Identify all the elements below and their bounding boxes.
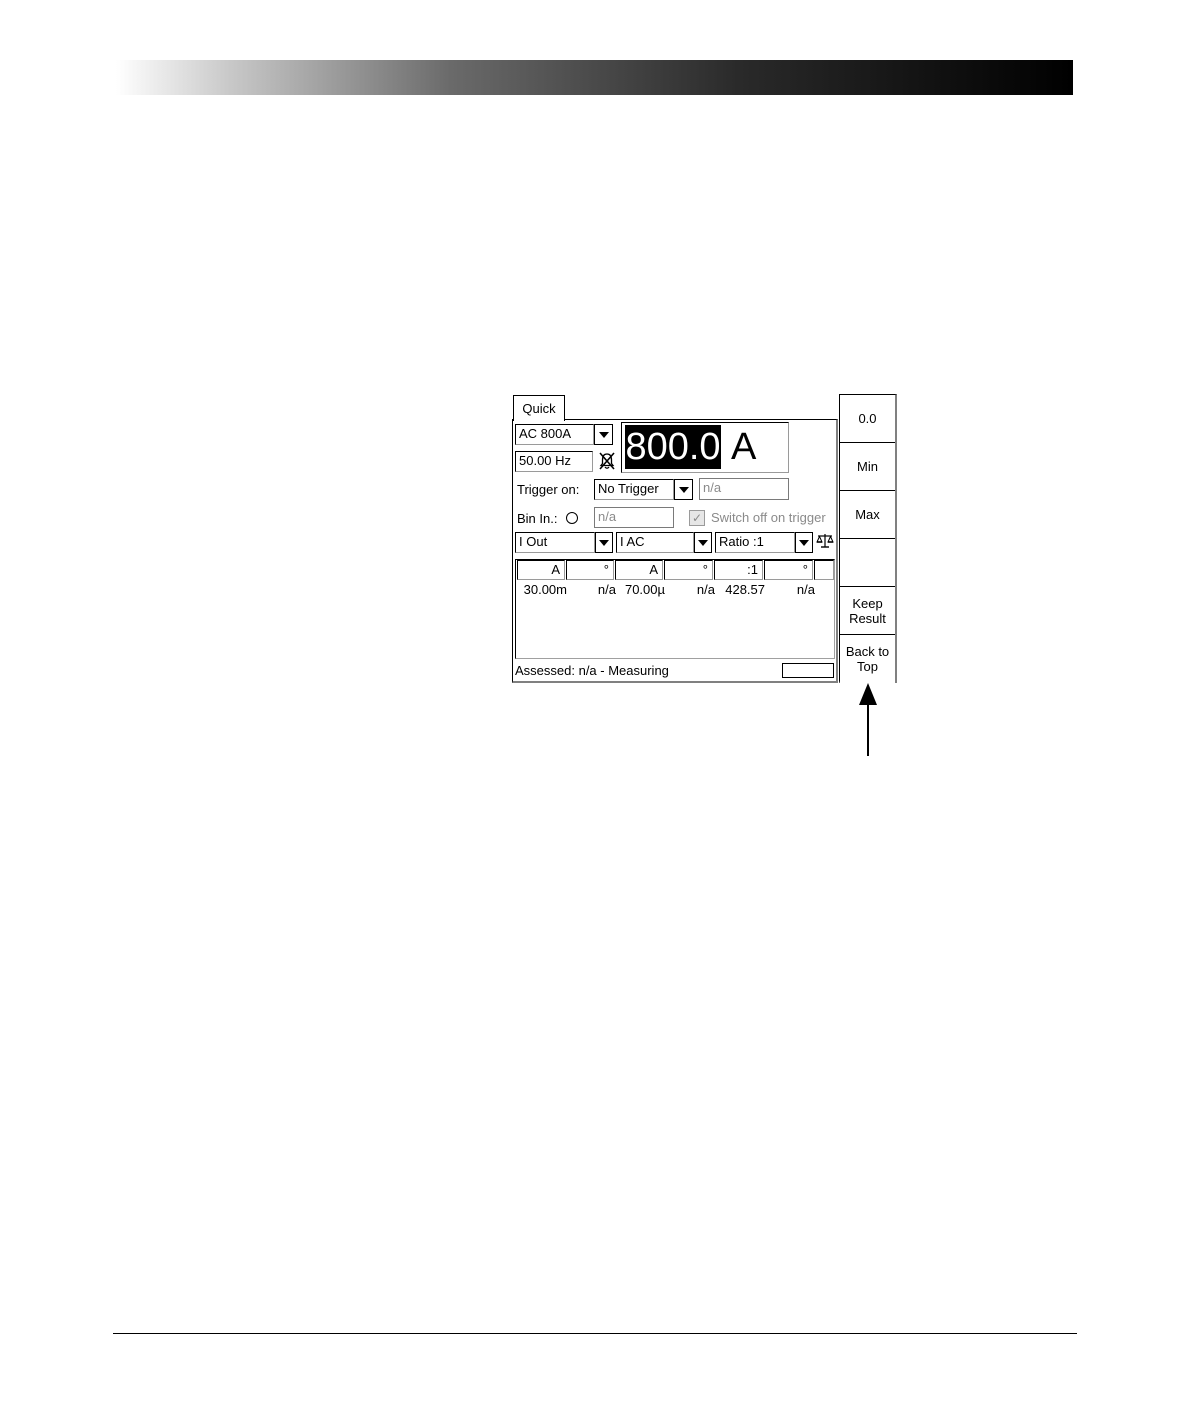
binary-input-indicator [566, 512, 578, 524]
measure-select-1-value: I Out [519, 534, 548, 549]
softkey-label: 0.0 [858, 411, 877, 426]
softkey-blank-button[interactable] [840, 539, 895, 587]
measure-select-2-button[interactable] [694, 532, 712, 553]
column-header: ° [764, 560, 813, 580]
trigger-select[interactable]: No Trigger [594, 479, 674, 500]
table-cell: n/a [796, 582, 815, 597]
table-cell: 428.57 [725, 582, 765, 597]
mute-bell-icon[interactable] [598, 451, 616, 471]
column-header: A [615, 560, 663, 580]
table-cell: 30.00m [523, 582, 567, 597]
binary-input-value: n/a [598, 509, 617, 524]
measure-select-1[interactable]: I Out [515, 532, 595, 553]
softkey-keep-result-button[interactable]: Keep Result [840, 587, 895, 635]
softkey-zero-button[interactable]: 0.0 [840, 395, 895, 443]
status-indicator [782, 663, 834, 678]
footer-line [113, 1333, 1077, 1334]
binary-input-field: n/a [594, 507, 674, 528]
trigger-label: Trigger on: [517, 482, 580, 497]
trigger-value: No Trigger [598, 481, 659, 496]
tab-quick[interactable]: Quick [513, 395, 565, 421]
column-header: ° [566, 560, 614, 580]
measure-select-3-button[interactable] [795, 532, 813, 553]
trigger-dropdown-button[interactable] [674, 479, 693, 500]
chevron-down-icon [799, 539, 809, 546]
frequency-field[interactable]: 50.00 Hz [515, 451, 593, 472]
arrow-shaft [867, 698, 869, 756]
softkey-label: Keep Result [849, 595, 886, 626]
softkey-label: Min [857, 459, 878, 474]
softkey-label: Back to Top [845, 644, 890, 674]
column-header: ° [664, 560, 713, 580]
switch-off-label: Switch off on trigger [711, 510, 826, 525]
range-value: AC 800A [519, 426, 572, 441]
measure-select-3[interactable]: Ratio :1 [715, 532, 795, 553]
output-value[interactable]: 800.0 [625, 425, 721, 469]
tab-label: Quick [522, 401, 556, 416]
table-cell: n/a [597, 582, 616, 597]
measure-select-1-button[interactable] [595, 532, 613, 553]
chevron-down-icon [598, 431, 609, 438]
chevron-down-icon [698, 539, 708, 546]
status-text: Assessed: n/a - Measuring [515, 663, 669, 678]
binary-input-label: Bin In.: [517, 511, 558, 526]
softkey-back-to-top-button[interactable]: Back to Top [840, 635, 895, 683]
measure-select-2[interactable]: I AC [616, 532, 694, 553]
balance-scale-icon[interactable] [816, 532, 834, 550]
trigger-extra-value: n/a [703, 480, 722, 495]
column-header-spacer [814, 560, 834, 580]
table-cell: n/a [696, 582, 715, 597]
softkey-min-button[interactable]: Min [840, 443, 895, 491]
trigger-extra-field: n/a [699, 478, 789, 500]
softkey-max-button[interactable]: Max [840, 491, 895, 539]
chevron-down-icon [599, 539, 609, 546]
output-unit: A [731, 426, 757, 468]
softkey-label: Max [855, 507, 880, 522]
column-header: :1 [714, 560, 763, 580]
range-select[interactable]: AC 800A [515, 424, 594, 445]
table-cell: 70.00µ [624, 582, 665, 597]
chevron-down-icon [678, 486, 689, 493]
switch-off-checkbox[interactable]: ✓ [689, 510, 705, 526]
measure-select-2-value: I AC [620, 534, 645, 549]
column-header: A [517, 560, 565, 580]
header-bar [116, 60, 1073, 95]
range-dropdown-button[interactable] [594, 424, 613, 445]
measure-select-3-value: Ratio :1 [719, 534, 764, 549]
frequency-value: 50.00 Hz [519, 453, 572, 468]
